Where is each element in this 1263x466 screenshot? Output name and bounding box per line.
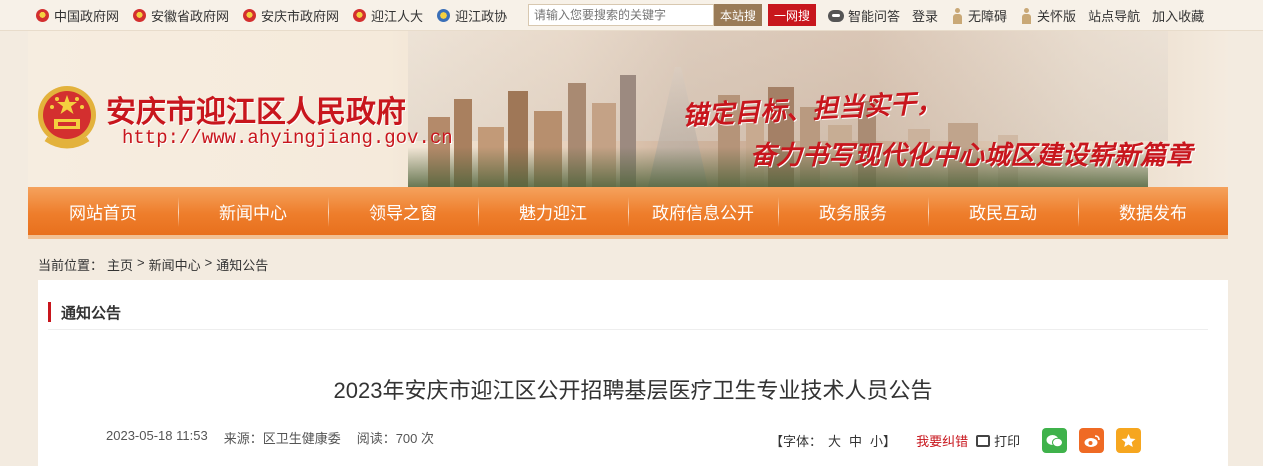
elder-mode-link[interactable]: 关怀版 bbox=[1019, 6, 1076, 25]
article-container: 通知公告 2023年安庆市迎江区公开招聘基层医疗卫生专业技术人员公告 2023-… bbox=[38, 280, 1228, 466]
emblem-icon bbox=[243, 9, 257, 22]
print-link[interactable]: 打印 bbox=[994, 431, 1020, 450]
site-title: 安庆市迎江区人民政府 bbox=[106, 96, 406, 129]
article-source: 来源：区卫生健康委 bbox=[223, 431, 341, 446]
nav-data-release[interactable]: 数据发布 bbox=[1078, 187, 1228, 235]
related-sites: 中国政府网 安徽省政府网 安庆市政府网 迎江人大 迎江政协 bbox=[36, 0, 521, 31]
nav-gov-services[interactable]: 政务服务 bbox=[778, 187, 928, 235]
search-site-button[interactable]: 本站搜 bbox=[714, 4, 762, 26]
robot-icon bbox=[828, 9, 844, 22]
accessibility-link[interactable]: 无障碍 bbox=[950, 6, 1007, 25]
site-url: http://www.ahyingjiang.gov.cn bbox=[122, 127, 453, 149]
add-favorite-link[interactable]: 加入收藏 bbox=[1152, 6, 1204, 25]
divider bbox=[48, 329, 1208, 330]
article-title: 2023年安庆市迎江区公开招聘基层医疗卫生专业技术人员公告 bbox=[333, 378, 933, 403]
share-wechat-icon[interactable] bbox=[1042, 428, 1068, 453]
print-icon bbox=[976, 434, 991, 447]
font-size-small[interactable]: 小】 bbox=[870, 431, 896, 450]
breadcrumb-home[interactable]: 主页 bbox=[107, 255, 133, 274]
section-header: 通知公告 bbox=[48, 301, 121, 323]
share-qzone-icon[interactable] bbox=[1116, 428, 1142, 453]
font-size-medium[interactable]: 中 bbox=[849, 431, 862, 450]
breadcrumb: 当前位置： 主页 > 新闻中心 > 通知公告 bbox=[38, 255, 268, 274]
emblem-icon bbox=[36, 9, 49, 22]
slogan-line-2: 奋力书写现代化中心城区建设崭新篇章 bbox=[750, 141, 1193, 171]
share-weibo-icon[interactable] bbox=[1079, 428, 1105, 453]
link-anhui-gov[interactable]: 安徽省政府网 bbox=[133, 6, 229, 25]
search-network-button[interactable]: 一网搜 bbox=[768, 4, 816, 26]
login-link[interactable]: 登录 bbox=[912, 6, 938, 25]
nav-charm-yingjiang[interactable]: 魅力迎江 bbox=[478, 187, 628, 235]
top-bar: 中国政府网 安徽省政府网 安庆市政府网 迎江人大 迎江政协 本站搜 一网搜 智能… bbox=[0, 0, 1263, 31]
nav-leaders[interactable]: 领导之窗 bbox=[328, 187, 478, 235]
link-yingjiang-cppcc[interactable]: 迎江政协 bbox=[437, 6, 507, 25]
elder-icon bbox=[1019, 7, 1033, 24]
report-error-link[interactable]: 我要纠错 bbox=[916, 431, 968, 450]
section-accent-bar bbox=[48, 302, 51, 322]
search-input[interactable] bbox=[528, 4, 714, 26]
nav-gov-info[interactable]: 政府信息公开 bbox=[628, 187, 778, 235]
publish-date: 2023-05-18 11:53 bbox=[106, 428, 208, 443]
font-size-label: 【字体： bbox=[770, 434, 823, 449]
main-nav: 网站首页 新闻中心 领导之窗 魅力迎江 政府信息公开 政务服务 政民互动 数据发… bbox=[28, 187, 1228, 239]
article-tools: 【字体： 大 中 小】 我要纠错 打印 bbox=[770, 428, 1142, 453]
emblem-icon bbox=[133, 9, 147, 22]
breadcrumb-notices[interactable]: 通知公告 bbox=[216, 255, 268, 274]
nav-home[interactable]: 网站首页 bbox=[28, 187, 178, 235]
link-yingjiang-npc[interactable]: 迎江人大 bbox=[353, 6, 423, 25]
breadcrumb-news-center[interactable]: 新闻中心 bbox=[149, 255, 201, 274]
header-banner: 安庆市迎江区人民政府 http://www.ahyingjiang.gov.cn… bbox=[28, 31, 1228, 187]
emblem-icon bbox=[353, 9, 367, 22]
nav-news-center[interactable]: 新闻中心 bbox=[178, 187, 328, 235]
view-count: 阅读：700 次 bbox=[356, 431, 435, 446]
cppcc-emblem-icon bbox=[437, 9, 451, 22]
font-size-large[interactable]: 大 bbox=[828, 431, 841, 450]
breadcrumb-separator: > bbox=[137, 255, 145, 270]
link-anqing-gov[interactable]: 安庆市政府网 bbox=[243, 6, 339, 25]
utility-links: 智能问答 登录 无障碍 关怀版 站点导航 加入收藏 bbox=[828, 0, 1216, 31]
article-meta: 2023-05-18 11:53 来源：区卫生健康委 阅读：700 次 bbox=[106, 428, 450, 447]
section-title: 通知公告 bbox=[61, 304, 122, 322]
smart-qa-link[interactable]: 智能问答 bbox=[828, 6, 900, 25]
sitemap-link[interactable]: 站点导航 bbox=[1088, 6, 1140, 25]
breadcrumb-separator: > bbox=[204, 255, 213, 270]
accessibility-icon bbox=[950, 7, 964, 24]
search-box: 本站搜 一网搜 bbox=[528, 4, 816, 26]
breadcrumb-prefix: 当前位置： bbox=[38, 258, 104, 273]
link-gov-cn[interactable]: 中国政府网 bbox=[36, 6, 119, 25]
nav-interaction[interactable]: 政民互动 bbox=[928, 187, 1078, 235]
national-emblem-icon bbox=[38, 86, 96, 149]
